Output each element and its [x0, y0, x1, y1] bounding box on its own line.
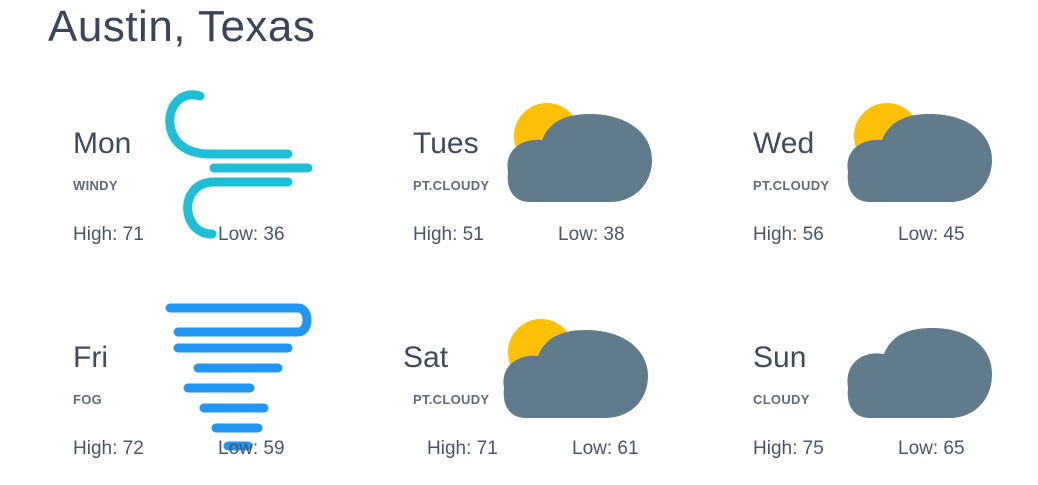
day-label: Wed: [753, 127, 815, 160]
high-temp: High: 71: [427, 438, 498, 459]
low-temp: Low: 38: [558, 224, 625, 245]
condition-label: FOG: [73, 392, 103, 407]
high-temp: High: 71: [73, 224, 144, 245]
low-temp: Low: 45: [898, 224, 965, 245]
partly-cloudy-icon: [847, 103, 992, 202]
fog-icon: [165, 303, 312, 451]
forecast-card-sun: Sun CLOUDY High: 75 Low: 65: [0, 0, 992, 459]
cloud-icon: [847, 328, 992, 418]
low-temp: Low: 59: [218, 438, 285, 459]
low-temp: Low: 65: [898, 438, 965, 459]
condition-label: PT.CLOUDY: [413, 392, 490, 407]
partly-cloudy-icon: [503, 319, 648, 418]
low-temp: Low: 61: [572, 438, 639, 459]
condition-label: PT.CLOUDY: [413, 178, 490, 193]
high-temp: High: 75: [753, 438, 824, 459]
day-label: Mon: [73, 127, 132, 160]
high-temp: High: 56: [753, 224, 824, 245]
day-label: Sat: [403, 341, 449, 374]
high-temp: High: 72: [73, 438, 144, 459]
day-label: Sun: [753, 341, 807, 374]
condition-label: CLOUDY: [753, 392, 810, 407]
partly-cloudy-icon: [507, 103, 652, 202]
condition-label: WINDY: [73, 178, 118, 193]
high-temp: High: 51: [413, 224, 484, 245]
day-label: Fri: [73, 341, 108, 374]
day-label: Tues: [413, 127, 479, 160]
condition-label: PT.CLOUDY: [753, 178, 830, 193]
low-temp: Low: 36: [218, 224, 285, 245]
